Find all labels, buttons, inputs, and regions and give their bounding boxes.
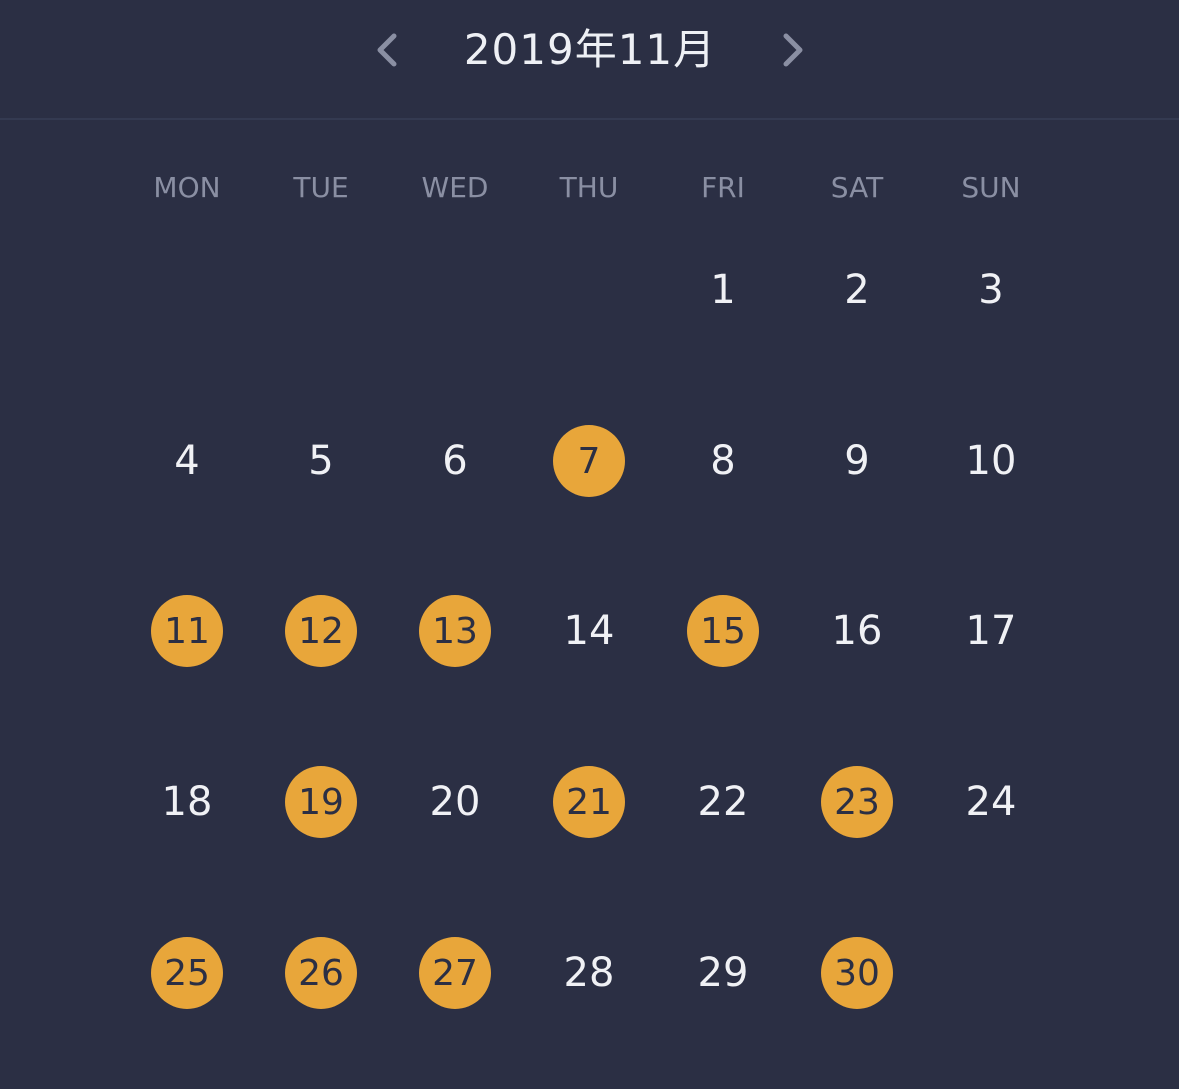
calendar-day-marked[interactable]: 27: [419, 937, 491, 1009]
calendar-day[interactable]: 22: [687, 766, 759, 838]
calendar-day[interactable]: 8: [687, 425, 759, 497]
calendar-day[interactable]: 17: [955, 595, 1027, 667]
calendar-day[interactable]: 14: [553, 595, 625, 667]
calendar-day[interactable]: 16: [821, 595, 893, 667]
calendar-day-marked[interactable]: 30: [821, 937, 893, 1009]
calendar-day[interactable]: 3: [955, 254, 1027, 326]
calendar-day[interactable]: 10: [955, 425, 1027, 497]
calendar-day[interactable]: 2: [821, 254, 893, 326]
calendar-day-marked[interactable]: 11: [151, 595, 223, 667]
calendar-day[interactable]: 29: [687, 937, 759, 1009]
calendar-day[interactable]: 5: [285, 425, 357, 497]
calendar-day[interactable]: 4: [151, 425, 223, 497]
calendar-day[interactable]: 20: [419, 766, 491, 838]
calendar-day[interactable]: 1: [687, 254, 759, 326]
calendar-day-grid: 1 2 3 4 5 6 7 8 9 10 11 12 13 14 15 16 17 18 19 20 21 22 23 24 2…: [0, 0, 1179, 1089]
calendar-day[interactable]: 24: [955, 766, 1027, 838]
calendar-day[interactable]: 6: [419, 425, 491, 497]
calendar-day[interactable]: 9: [821, 425, 893, 497]
calendar-day-marked[interactable]: 7: [553, 425, 625, 497]
calendar-day-marked[interactable]: 21: [553, 766, 625, 838]
calendar-day-marked[interactable]: 19: [285, 766, 357, 838]
calendar-day-marked[interactable]: 15: [687, 595, 759, 667]
calendar-day[interactable]: 18: [151, 766, 223, 838]
calendar-day-marked[interactable]: 26: [285, 937, 357, 1009]
calendar-day[interactable]: 28: [553, 937, 625, 1009]
calendar-day-marked[interactable]: 12: [285, 595, 357, 667]
calendar-day-marked[interactable]: 13: [419, 595, 491, 667]
calendar-day-marked[interactable]: 23: [821, 766, 893, 838]
calendar-day-marked[interactable]: 25: [151, 937, 223, 1009]
